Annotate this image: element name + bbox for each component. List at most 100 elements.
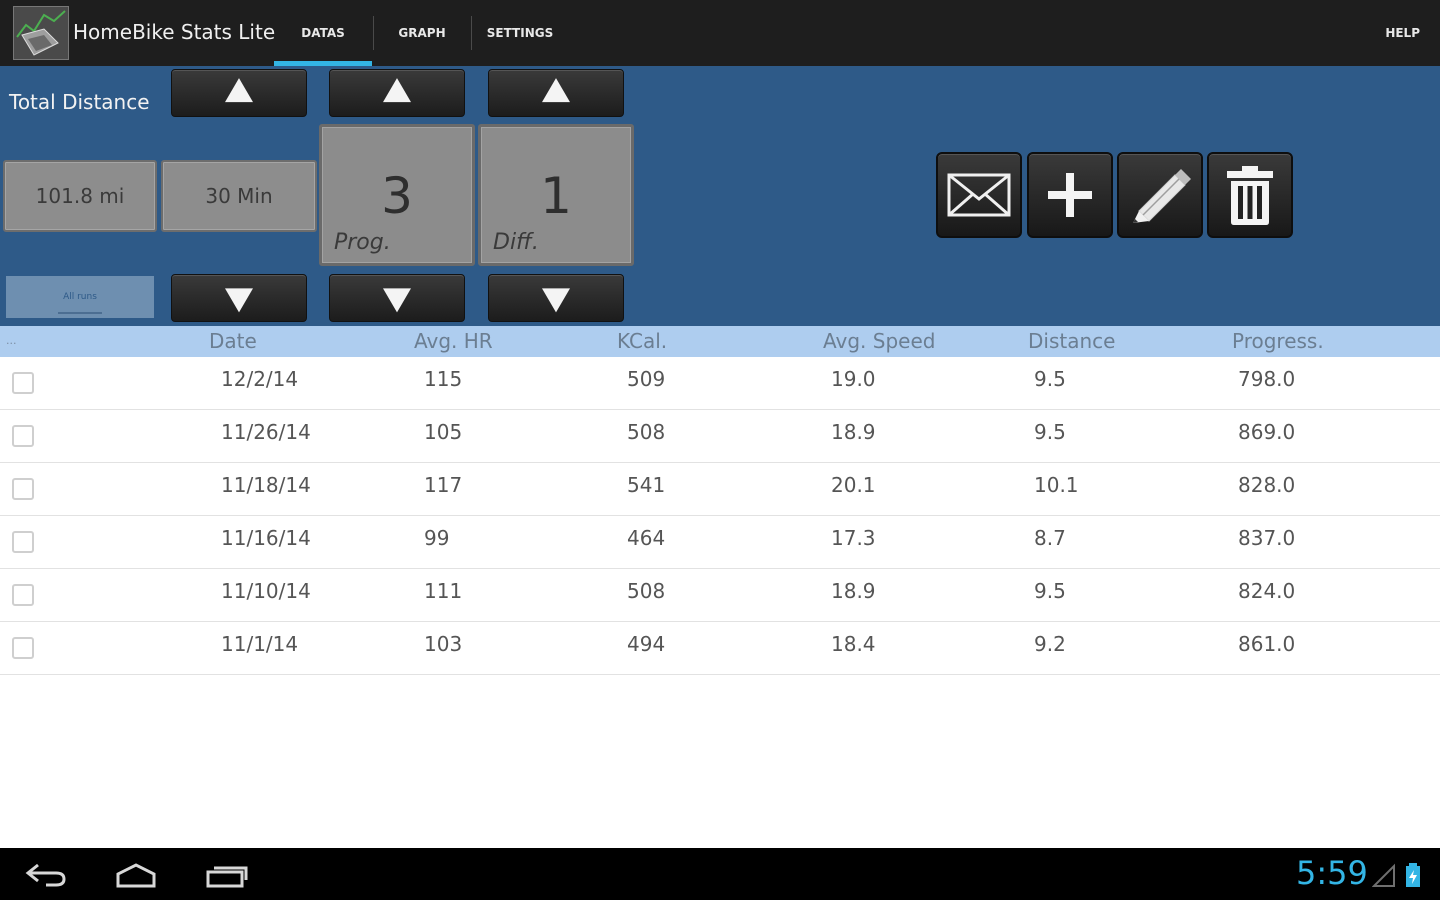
table-row[interactable]: 11/18/14 117 541 20.1 10.1 828.0 [0, 463, 1440, 516]
cell-date: 11/26/14 [221, 420, 311, 444]
cell-distance: 9.5 [1034, 579, 1066, 603]
pencil-icon [1133, 169, 1191, 223]
duration-increase-button[interactable] [171, 69, 307, 117]
table-row[interactable]: 11/16/14 99 464 17.3 8.7 837.0 [0, 516, 1440, 569]
edit-button[interactable] [1117, 152, 1203, 238]
diff-box[interactable]: 1 Diff. [478, 124, 634, 266]
arrow-down-icon [225, 288, 253, 313]
cell-avg-speed: 18.9 [831, 420, 876, 444]
all-runs-label: All runs [63, 292, 97, 302]
email-button[interactable] [936, 152, 1022, 238]
row-checkbox[interactable] [12, 478, 34, 500]
cell-kcal: 508 [627, 420, 666, 444]
plus-icon [1048, 173, 1092, 217]
cell-progress: 798.0 [1238, 367, 1296, 391]
app-logo-icon[interactable] [13, 6, 69, 60]
action-bar: HomeBike Stats Lite DATAS GRAPH SETTINGS… [0, 0, 1440, 66]
cell-date: 11/18/14 [221, 473, 311, 497]
cell-kcal: 541 [627, 473, 666, 497]
cell-progress: 828.0 [1238, 473, 1296, 497]
row-checkbox[interactable] [12, 372, 34, 394]
cell-avg-hr: 117 [424, 473, 463, 497]
arrow-up-icon [225, 78, 253, 103]
cell-progress: 824.0 [1238, 579, 1296, 603]
table-row[interactable]: 11/26/14 105 508 18.9 9.5 869.0 [0, 410, 1440, 463]
cell-distance: 9.5 [1034, 420, 1066, 444]
system-nav-bar: 5:59 [0, 848, 1440, 900]
cell-progress: 861.0 [1238, 632, 1296, 656]
duration-decrease-button[interactable] [171, 274, 307, 322]
status-clock: 5:59 [1296, 854, 1368, 892]
control-panel: Total Distance 101.8 mi 30 Min 3 Prog. 1… [0, 66, 1440, 326]
arrow-up-icon [542, 78, 570, 103]
cell-avg-hr: 105 [424, 420, 463, 444]
arrow-down-icon [383, 288, 411, 313]
cell-date: 11/10/14 [221, 579, 311, 603]
table-row[interactable]: 11/1/14 103 494 18.4 9.2 861.0 [0, 622, 1440, 675]
delete-button[interactable] [1207, 152, 1293, 238]
column-header-progress[interactable]: Progress. [1232, 329, 1324, 353]
help-button[interactable]: HELP [1385, 0, 1420, 66]
cell-avg-speed: 18.9 [831, 579, 876, 603]
cell-avg-hr: 111 [424, 579, 463, 603]
home-icon[interactable] [114, 862, 158, 888]
row-checkbox[interactable] [12, 425, 34, 447]
cell-distance: 9.2 [1034, 632, 1066, 656]
cell-progress: 837.0 [1238, 526, 1296, 550]
header-menu-dots[interactable]: ... [6, 334, 17, 347]
diff-caption: Diff. [493, 230, 539, 255]
recent-apps-icon[interactable] [204, 862, 250, 888]
cell-progress: 869.0 [1238, 420, 1296, 444]
table-row[interactable]: 12/2/14 115 509 19.0 9.5 798.0 [0, 357, 1440, 410]
all-runs-selector[interactable]: All runs [6, 276, 154, 318]
prog-increase-button[interactable] [329, 69, 465, 117]
row-checkbox[interactable] [12, 637, 34, 659]
column-header-date[interactable]: Date [209, 329, 257, 353]
distance-value-box[interactable]: 101.8 mi [3, 160, 157, 232]
diff-decrease-button[interactable] [488, 274, 624, 322]
prog-caption: Prog. [334, 230, 391, 255]
total-distance-label: Total Distance [9, 90, 150, 114]
cell-distance: 8.7 [1034, 526, 1066, 550]
prog-box[interactable]: 3 Prog. [319, 124, 475, 266]
tab-graph[interactable]: GRAPH [373, 0, 471, 66]
cell-kcal: 509 [627, 367, 666, 391]
prog-value: 3 [381, 167, 413, 225]
cell-date: 11/16/14 [221, 526, 311, 550]
mail-icon [947, 173, 1011, 217]
app-title: HomeBike Stats Lite [73, 20, 276, 44]
column-header-avg-speed[interactable]: Avg. Speed [823, 329, 935, 353]
row-checkbox[interactable] [12, 531, 34, 553]
table-row[interactable]: 11/10/14 111 508 18.9 9.5 824.0 [0, 569, 1440, 622]
arrow-down-icon [542, 288, 570, 313]
column-header-distance[interactable]: Distance [1028, 329, 1115, 353]
cell-avg-hr: 115 [424, 367, 463, 391]
trash-icon [1227, 166, 1273, 225]
signal-icon [1372, 863, 1395, 887]
column-header-avg-hr[interactable]: Avg. HR [414, 329, 493, 353]
tab-datas[interactable]: DATAS [274, 0, 372, 66]
prog-decrease-button[interactable] [329, 274, 465, 322]
table-header: ... Date Avg. HR KCal. Avg. Speed Distan… [0, 326, 1440, 357]
cell-avg-hr: 103 [424, 632, 463, 656]
cell-avg-speed: 17.3 [831, 526, 876, 550]
arrow-up-icon [383, 78, 411, 103]
diff-increase-button[interactable] [488, 69, 624, 117]
cell-avg-hr: 99 [424, 526, 450, 550]
duration-value-box[interactable]: 30 Min [161, 160, 317, 232]
cell-avg-speed: 18.4 [831, 632, 876, 656]
row-checkbox[interactable] [12, 584, 34, 606]
battery-icon [1406, 863, 1420, 887]
cell-kcal: 464 [627, 526, 666, 550]
tab-settings[interactable]: SETTINGS [471, 0, 569, 66]
cell-kcal: 494 [627, 632, 666, 656]
cell-kcal: 508 [627, 579, 666, 603]
cell-avg-speed: 19.0 [831, 367, 876, 391]
cell-date: 11/1/14 [221, 632, 299, 656]
cell-date: 12/2/14 [221, 367, 299, 391]
cell-distance: 10.1 [1034, 473, 1079, 497]
diff-value: 1 [540, 167, 572, 225]
add-button[interactable] [1027, 152, 1113, 238]
column-header-kcal[interactable]: KCal. [617, 329, 667, 353]
back-icon[interactable] [24, 862, 68, 888]
